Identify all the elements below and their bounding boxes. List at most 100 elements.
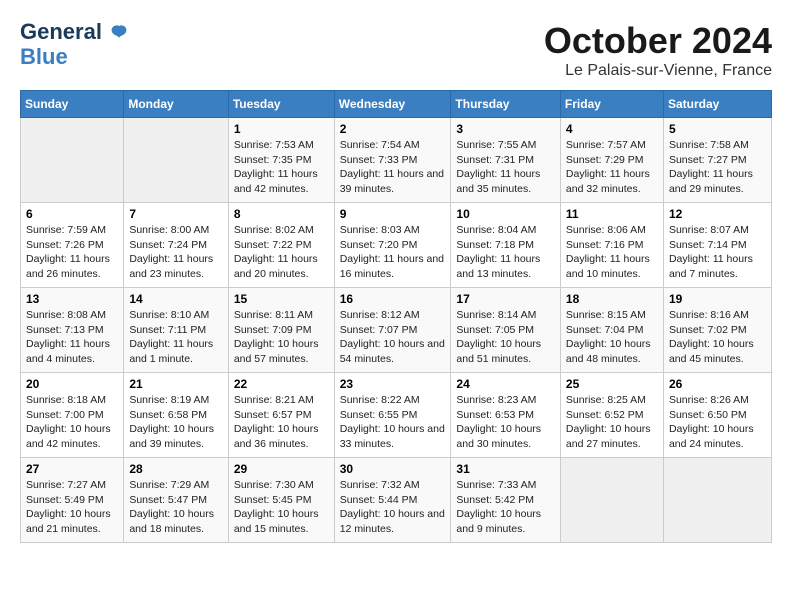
day-number: 27	[26, 462, 118, 476]
day-info: Sunrise: 8:11 AM Sunset: 7:09 PM Dayligh…	[234, 308, 329, 367]
calendar-cell: 2 Sunrise: 7:54 AM Sunset: 7:33 PM Daylig…	[334, 118, 451, 203]
day-info: Sunrise: 8:12 AM Sunset: 7:07 PM Dayligh…	[340, 308, 446, 367]
calendar-cell: 19 Sunrise: 8:16 AM Sunset: 7:02 PM Dayli…	[663, 288, 771, 373]
day-number: 29	[234, 462, 329, 476]
day-info: Sunrise: 8:00 AM Sunset: 7:24 PM Dayligh…	[129, 223, 222, 282]
calendar-cell: 31 Sunrise: 7:33 AM Sunset: 5:42 PM Dayli…	[451, 458, 561, 543]
day-info: Sunrise: 8:10 AM Sunset: 7:11 PM Dayligh…	[129, 308, 222, 367]
calendar-body: 1Sunrise: 7:53 AM Sunset: 7:35 PM Daylig…	[21, 118, 772, 543]
day-info: Sunrise: 8:22 AM Sunset: 6:55 PM Dayligh…	[340, 393, 446, 452]
day-number: 14	[129, 292, 222, 306]
logo: General Blue	[20, 20, 130, 70]
calendar-cell: 10 Sunrise: 8:04 AM Sunset: 7:18 PM Dayli…	[451, 203, 561, 288]
calendar-cell: 3 Sunrise: 7:55 AM Sunset: 7:31 PM Daylig…	[451, 118, 561, 203]
day-info: Sunrise: 8:16 AM Sunset: 7:02 PM Dayligh…	[669, 308, 766, 367]
header-monday: Monday	[124, 91, 228, 118]
calendar-cell: 14 Sunrise: 8:10 AM Sunset: 7:11 PM Dayli…	[124, 288, 228, 373]
calendar-cell: 23 Sunrise: 8:22 AM Sunset: 6:55 PM Dayli…	[334, 373, 451, 458]
header-sunday: Sunday	[21, 91, 124, 118]
day-number: 16	[340, 292, 446, 306]
calendar-cell: 25 Sunrise: 8:25 AM Sunset: 6:52 PM Dayli…	[560, 373, 663, 458]
calendar-cell: 17Sunrise: 8:14 AM Sunset: 7:05 PM Dayli…	[451, 288, 561, 373]
day-number: 23	[340, 377, 446, 391]
week-row-5: 27 Sunrise: 7:27 AM Sunset: 5:49 PM Dayli…	[21, 458, 772, 543]
page-header: General Blue October 2024 Le Palais-sur-…	[20, 20, 772, 80]
day-number: 13	[26, 292, 118, 306]
day-info: Sunrise: 8:14 AM Sunset: 7:05 PM Dayligh…	[456, 308, 555, 367]
calendar-cell: 18 Sunrise: 8:15 AM Sunset: 7:04 PM Dayli…	[560, 288, 663, 373]
day-number: 10	[456, 207, 555, 221]
header-tuesday: Tuesday	[228, 91, 334, 118]
day-number: 20	[26, 377, 118, 391]
day-info: Sunrise: 8:21 AM Sunset: 6:57 PM Dayligh…	[234, 393, 329, 452]
calendar-cell: 1Sunrise: 7:53 AM Sunset: 7:35 PM Daylig…	[228, 118, 334, 203]
day-number: 9	[340, 207, 446, 221]
day-info: Sunrise: 7:33 AM Sunset: 5:42 PM Dayligh…	[456, 478, 555, 537]
calendar-cell: 28 Sunrise: 7:29 AM Sunset: 5:47 PM Dayli…	[124, 458, 228, 543]
day-number: 18	[566, 292, 658, 306]
calendar-cell: 24 Sunrise: 8:23 AM Sunset: 6:53 PM Dayli…	[451, 373, 561, 458]
calendar-cell: 22Sunrise: 8:21 AM Sunset: 6:57 PM Dayli…	[228, 373, 334, 458]
day-info: Sunrise: 8:04 AM Sunset: 7:18 PM Dayligh…	[456, 223, 555, 282]
calendar-table: SundayMondayTuesdayWednesdayThursdayFrid…	[20, 90, 772, 543]
day-number: 26	[669, 377, 766, 391]
calendar-cell: 29 Sunrise: 7:30 AM Sunset: 5:45 PM Dayli…	[228, 458, 334, 543]
day-number: 4	[566, 122, 658, 136]
day-number: 3	[456, 122, 555, 136]
day-number: 15	[234, 292, 329, 306]
calendar-cell	[21, 118, 124, 203]
day-number: 21	[129, 377, 222, 391]
day-number: 1	[234, 122, 329, 136]
day-info: Sunrise: 7:27 AM Sunset: 5:49 PM Dayligh…	[26, 478, 118, 537]
day-number: 2	[340, 122, 446, 136]
header-row: SundayMondayTuesdayWednesdayThursdayFrid…	[21, 91, 772, 118]
day-number: 6	[26, 207, 118, 221]
day-number: 5	[669, 122, 766, 136]
calendar-cell: 4 Sunrise: 7:57 AM Sunset: 7:29 PM Daylig…	[560, 118, 663, 203]
logo-blue: Blue	[20, 44, 68, 70]
day-number: 7	[129, 207, 222, 221]
day-info: Sunrise: 8:26 AM Sunset: 6:50 PM Dayligh…	[669, 393, 766, 452]
day-number: 24	[456, 377, 555, 391]
calendar-cell: 9Sunrise: 8:03 AM Sunset: 7:20 PM Daylig…	[334, 203, 451, 288]
day-info: Sunrise: 8:25 AM Sunset: 6:52 PM Dayligh…	[566, 393, 658, 452]
header-thursday: Thursday	[451, 91, 561, 118]
calendar-cell: 20Sunrise: 8:18 AM Sunset: 7:00 PM Dayli…	[21, 373, 124, 458]
day-number: 12	[669, 207, 766, 221]
day-number: 31	[456, 462, 555, 476]
calendar-cell: 30Sunrise: 7:32 AM Sunset: 5:44 PM Dayli…	[334, 458, 451, 543]
day-info: Sunrise: 7:54 AM Sunset: 7:33 PM Dayligh…	[340, 138, 446, 197]
day-number: 19	[669, 292, 766, 306]
day-info: Sunrise: 8:15 AM Sunset: 7:04 PM Dayligh…	[566, 308, 658, 367]
week-row-4: 20Sunrise: 8:18 AM Sunset: 7:00 PM Dayli…	[21, 373, 772, 458]
calendar-cell	[560, 458, 663, 543]
day-number: 28	[129, 462, 222, 476]
calendar-cell	[663, 458, 771, 543]
week-row-1: 1Sunrise: 7:53 AM Sunset: 7:35 PM Daylig…	[21, 118, 772, 203]
day-info: Sunrise: 7:58 AM Sunset: 7:27 PM Dayligh…	[669, 138, 766, 197]
calendar-cell: 8Sunrise: 8:02 AM Sunset: 7:22 PM Daylig…	[228, 203, 334, 288]
calendar-cell: 27 Sunrise: 7:27 AM Sunset: 5:49 PM Dayli…	[21, 458, 124, 543]
day-info: Sunrise: 7:57 AM Sunset: 7:29 PM Dayligh…	[566, 138, 658, 197]
calendar-cell: 11 Sunrise: 8:06 AM Sunset: 7:16 PM Dayli…	[560, 203, 663, 288]
day-info: Sunrise: 8:06 AM Sunset: 7:16 PM Dayligh…	[566, 223, 658, 282]
day-number: 25	[566, 377, 658, 391]
day-info: Sunrise: 7:30 AM Sunset: 5:45 PM Dayligh…	[234, 478, 329, 537]
header-friday: Friday	[560, 91, 663, 118]
location: Le Palais-sur-Vienne, France	[544, 62, 772, 80]
week-row-2: 6Sunrise: 7:59 AM Sunset: 7:26 PM Daylig…	[21, 203, 772, 288]
day-info: Sunrise: 7:55 AM Sunset: 7:31 PM Dayligh…	[456, 138, 555, 197]
calendar-cell: 6Sunrise: 7:59 AM Sunset: 7:26 PM Daylig…	[21, 203, 124, 288]
calendar-cell: 7 Sunrise: 8:00 AM Sunset: 7:24 PM Daylig…	[124, 203, 228, 288]
day-info: Sunrise: 7:32 AM Sunset: 5:44 PM Dayligh…	[340, 478, 446, 537]
day-info: Sunrise: 7:29 AM Sunset: 5:47 PM Dayligh…	[129, 478, 222, 537]
header-wednesday: Wednesday	[334, 91, 451, 118]
day-info: Sunrise: 8:23 AM Sunset: 6:53 PM Dayligh…	[456, 393, 555, 452]
calendar-cell: 21Sunrise: 8:19 AM Sunset: 6:58 PM Dayli…	[124, 373, 228, 458]
header-saturday: Saturday	[663, 91, 771, 118]
title-block: October 2024 Le Palais-sur-Vienne, Franc…	[544, 20, 772, 80]
day-number: 11	[566, 207, 658, 221]
logo-general: General	[20, 19, 102, 44]
calendar-cell: 26 Sunrise: 8:26 AM Sunset: 6:50 PM Dayli…	[663, 373, 771, 458]
calendar-cell: 13Sunrise: 8:08 AM Sunset: 7:13 PM Dayli…	[21, 288, 124, 373]
